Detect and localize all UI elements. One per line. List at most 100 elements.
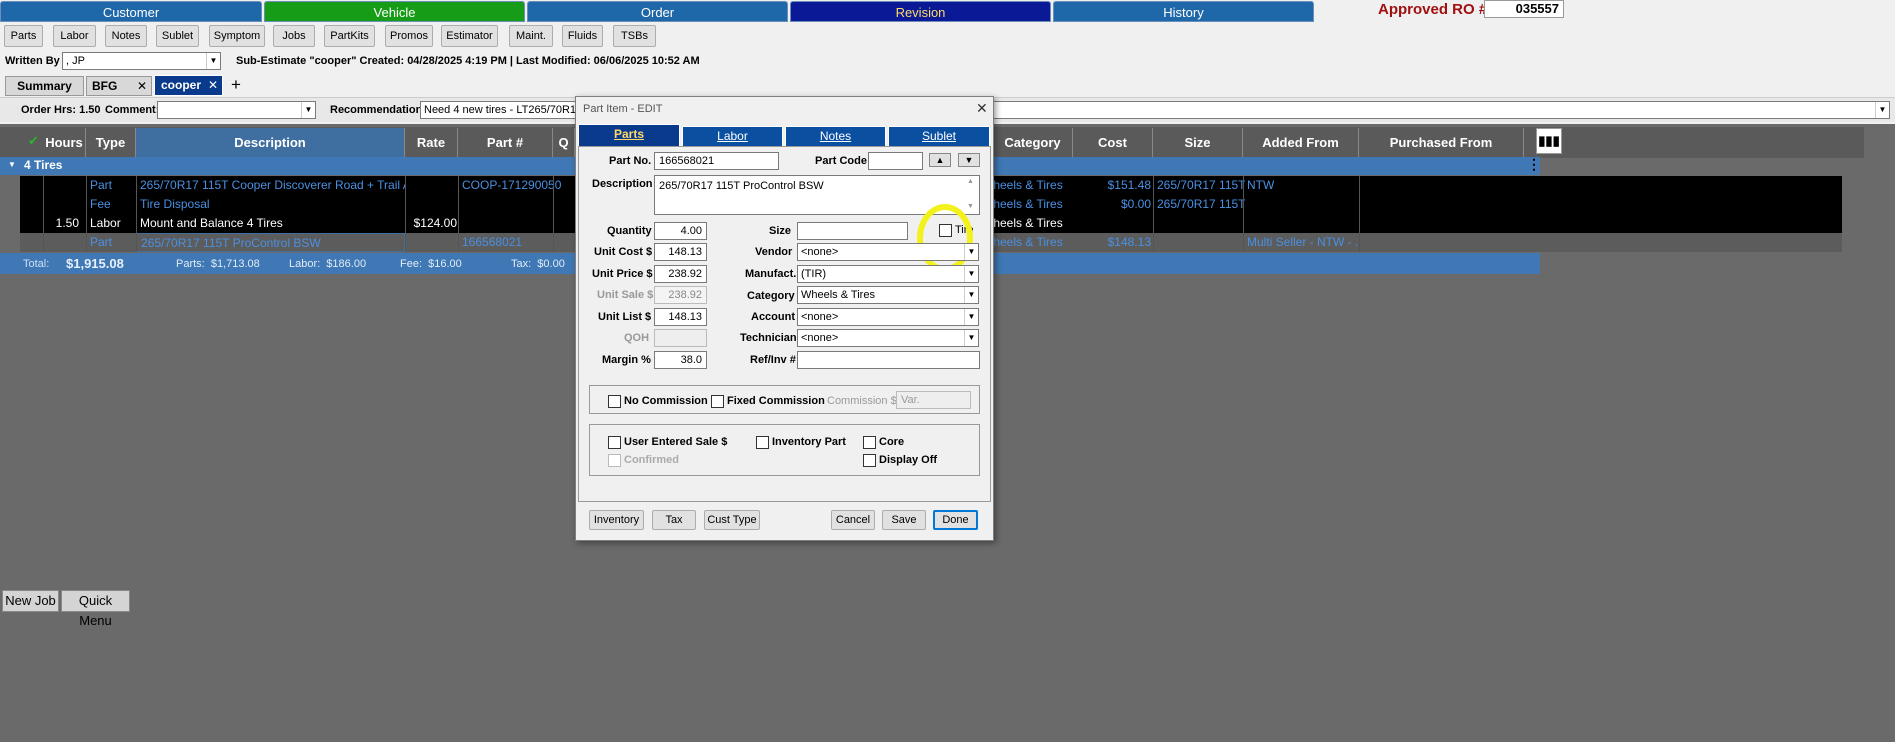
arrow-down-icon[interactable]: ▼ [958,153,980,167]
tab-order[interactable]: Order [527,1,788,22]
core-label: Core [879,436,905,448]
quantity-input[interactable]: 4.00 [654,222,707,240]
size-input[interactable] [797,222,908,240]
toolbar-maint-button[interactable]: Maint. [509,25,553,47]
manufact-select[interactable]: (TIR) ▼ [797,265,979,283]
ro-label: Approved RO # [1378,1,1488,18]
tab-order-label: Order [640,5,675,20]
toolbar-partkits-button[interactable]: PartKits [324,25,375,47]
column-chooser-icon[interactable]: ▮▮▮ [1536,128,1562,154]
no-commission-checkbox[interactable] [608,395,621,408]
dialog-tab-parts[interactable]: Parts [578,124,680,147]
close-icon[interactable]: ✕ [976,100,988,117]
header-cost[interactable]: Cost [1073,128,1153,158]
more-options-icon[interactable]: ⋮ [1527,156,1541,173]
row3-rate: $124.00 [413,216,457,230]
toolbar-promos-button[interactable]: Promos [385,25,433,47]
toolbar-tsbs-button[interactable]: TSBs [613,25,656,47]
toolbar-jobs-button[interactable]: Jobs [273,25,315,47]
no-commission-label: No Commission [624,395,708,407]
header-type[interactable]: Type [86,128,136,158]
header-rate[interactable]: Rate [405,128,458,158]
add-tab-icon[interactable]: + [231,75,241,95]
tab-revision[interactable]: Revision [790,1,1051,22]
dialog-tab-labor[interactable]: Labor [682,126,783,147]
total-label: Total: [23,258,50,270]
part-code-input[interactable] [868,152,923,170]
estimate-tab-summary[interactable]: Summary [5,76,84,96]
toolbar-symptom-button[interactable]: Symptom [209,25,265,47]
highlight-annotation [917,204,973,272]
comment-select[interactable]: ▼ [157,101,316,119]
part-no-input[interactable]: 166568021 [654,152,779,170]
tab-history-label: History [1163,5,1204,20]
toolbar-labor-button[interactable]: Labor [53,25,96,47]
fixed-commission-checkbox[interactable] [711,395,724,408]
row4-description: 265/70R17 115T ProControl BSW [136,233,405,252]
category-label: Category [747,290,795,302]
toolbar-notes-button[interactable]: Notes [105,25,147,47]
toolbar-parts-button[interactable]: Parts [4,25,43,47]
description-label: Description [592,178,653,190]
quick-menu-button[interactable]: Quick Menu [61,590,130,628]
header-size[interactable]: Size [1153,128,1243,158]
arrow-up-icon[interactable]: ▲ [929,153,951,167]
estimate-tab-bfg[interactable]: BFG ✕ [86,76,152,96]
header-hours[interactable]: Hours [43,128,86,158]
inventory-part-checkbox[interactable] [756,436,769,449]
comment-label: Comment: [105,104,160,116]
margin-input[interactable]: 38.0 [654,351,707,369]
new-job-button[interactable]: New Job [2,590,59,612]
refinv-input[interactable] [797,351,980,369]
row4-partno: 166568021 [462,235,523,249]
cancel-button[interactable]: Cancel [831,510,875,530]
header-purchased-from[interactable]: Purchased From [1359,128,1524,158]
user-entered-sale-checkbox[interactable] [608,436,621,449]
category-select[interactable]: Wheels & Tires ▼ [797,286,979,304]
unit-price-input[interactable]: 238.92 [654,265,707,283]
grid-divider [1243,176,1244,252]
toolbar-fluids-button[interactable]: Fluids [562,25,603,47]
header-added-from[interactable]: Added From [1243,128,1359,158]
written-by-select[interactable]: , JP ▼ [62,52,221,70]
header-partno[interactable]: Part # [458,128,553,158]
row1-type: Part [90,178,113,192]
save-button[interactable]: Save [882,510,926,530]
total-value: $1,915.08 [66,256,124,271]
row3-hours: 1.50 [55,216,79,230]
cust-type-button[interactable]: Cust Type [704,510,760,530]
collapse-icon[interactable]: ▼ [8,160,16,169]
header-category[interactable]: Category [993,128,1073,158]
scroll-up-icon[interactable]: ▲ [967,178,974,185]
toolbar-estimator-button[interactable]: Estimator [441,25,498,47]
display-off-checkbox[interactable] [863,454,876,467]
header-description[interactable]: Description [136,128,405,158]
manufact-value: (TIR) [801,268,827,280]
tax-button[interactable]: Tax [652,510,696,530]
vendor-select[interactable]: <none> ▼ [797,243,979,261]
commission-input: Var. [896,391,971,409]
tab-history[interactable]: History [1053,1,1314,22]
dialog-tab-sublet[interactable]: Sublet [888,126,990,147]
estimate-tab-cooper[interactable]: cooper ✕ [154,75,223,96]
unit-cost-input[interactable]: 148.13 [654,243,707,261]
row1-description: 265/70R17 115T Cooper Discoverer Road + … [140,178,405,192]
scroll-down-icon[interactable]: ▼ [967,203,974,210]
unit-list-input[interactable]: 148.13 [654,308,707,326]
inventory-button[interactable]: Inventory [589,510,644,530]
dialog-title: Part Item - EDIT [583,103,663,115]
estimate-tab-summary-label: Summary [17,79,72,93]
tab-customer[interactable]: Customer [0,1,262,22]
dialog-tab-notes[interactable]: Notes [785,126,886,147]
tab-vehicle[interactable]: Vehicle [264,1,525,22]
total-labor: Labor: $186.00 [289,258,367,270]
check-header-icon: ✔ [28,133,39,148]
account-select[interactable]: <none> ▼ [797,308,979,326]
header-qty[interactable]: Q [553,128,575,158]
core-checkbox[interactable] [863,436,876,449]
done-button[interactable]: Done [933,510,978,530]
technician-select[interactable]: <none> ▼ [797,329,979,347]
toolbar-sublet-button[interactable]: Sublet [156,25,199,47]
close-icon[interactable]: ✕ [137,77,147,95]
close-icon[interactable]: ✕ [208,76,218,95]
